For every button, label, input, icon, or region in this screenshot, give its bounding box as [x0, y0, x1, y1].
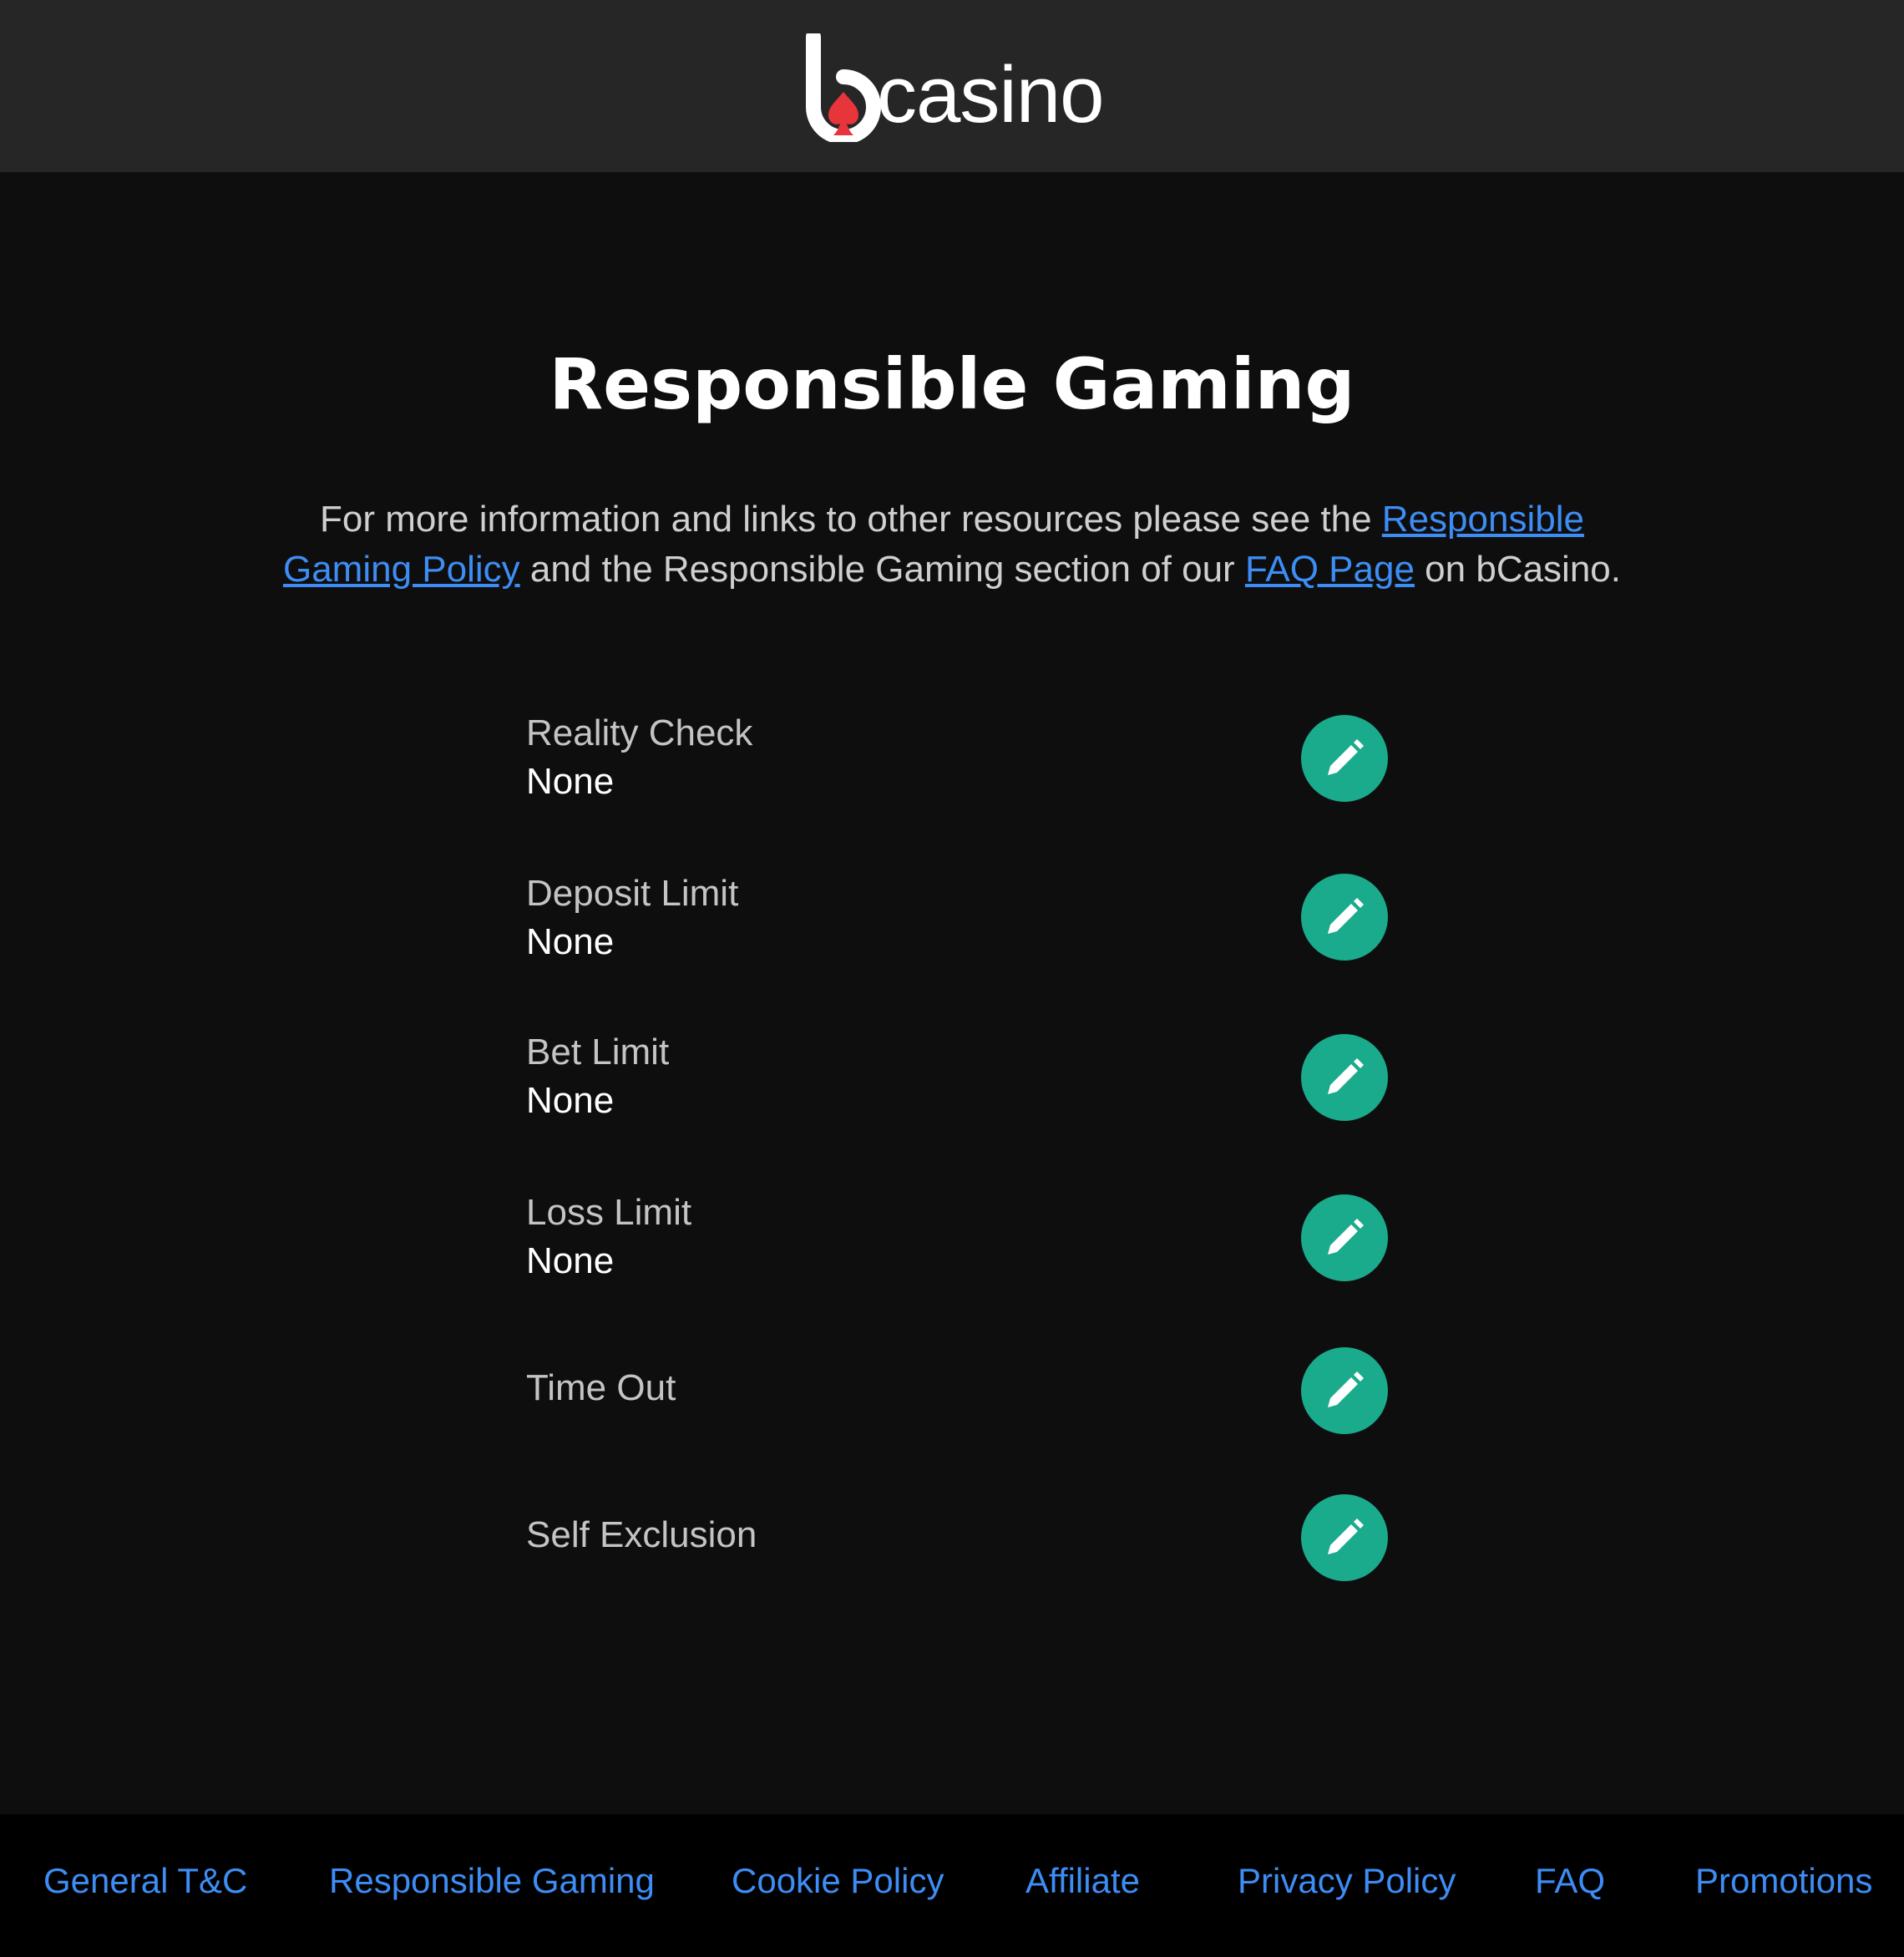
setting-value: None — [526, 1080, 615, 1121]
edit-bet-limit-button[interactable] — [1301, 1034, 1388, 1121]
intro-suffix: on bCasino. — [1414, 549, 1622, 590]
footer: General T&C Responsible Gaming Cookie Po… — [0, 1814, 1904, 1957]
pencil-icon — [1328, 1371, 1364, 1407]
pencil-icon — [1328, 1518, 1364, 1554]
page-title: Responsible Gaming — [549, 343, 1355, 425]
setting-row-time-out: Time Out — [526, 1346, 1395, 1438]
footer-link-privacy-policy[interactable]: Privacy Policy — [1238, 1856, 1456, 1906]
pencil-icon — [1328, 739, 1364, 775]
setting-label: Reality Check — [526, 712, 753, 753]
setting-label: Self Exclusion — [526, 1514, 757, 1555]
footer-link-cookie-policy[interactable]: Cookie Policy — [732, 1856, 944, 1906]
pencil-icon — [1328, 898, 1364, 934]
setting-label: Deposit Limit — [526, 873, 739, 914]
setting-value: None — [526, 761, 615, 802]
page: casino Responsible Gaming For more infor… — [0, 0, 1904, 1957]
footer-link-promotions[interactable]: Promotions — [1695, 1856, 1872, 1906]
edit-reality-check-button[interactable] — [1301, 715, 1388, 802]
header: casino — [0, 0, 1904, 172]
setting-row-self-exclusion: Self Exclusion — [526, 1493, 1395, 1585]
edit-deposit-limit-button[interactable] — [1301, 874, 1388, 961]
pencil-icon — [1328, 1058, 1364, 1094]
logo-text: casino — [877, 50, 1104, 139]
edit-loss-limit-button[interactable] — [1301, 1194, 1388, 1281]
edit-time-out-button[interactable] — [1301, 1347, 1388, 1434]
footer-link-faq[interactable]: FAQ — [1535, 1856, 1605, 1906]
footer-link-responsible-gaming[interactable]: Responsible Gaming — [329, 1856, 655, 1906]
edit-self-exclusion-button[interactable] — [1301, 1494, 1388, 1581]
setting-row-deposit-limit: Deposit Limit None — [526, 870, 1395, 971]
setting-row-loss-limit: Loss Limit None — [526, 1189, 1395, 1290]
intro-prefix: For more information and links to other … — [320, 499, 1382, 540]
setting-row-bet-limit: Bet Limit None — [526, 1029, 1395, 1129]
intro-text: For more information and links to other … — [251, 494, 1653, 595]
footer-link-general-tc[interactable]: General T&C — [43, 1856, 247, 1906]
setting-label: Loss Limit — [526, 1192, 692, 1233]
setting-value: None — [526, 1240, 615, 1281]
footer-link-affiliate[interactable]: Affiliate — [1025, 1856, 1140, 1906]
pencil-icon — [1328, 1219, 1364, 1255]
setting-label: Bet Limit — [526, 1032, 670, 1072]
bcasino-logo[interactable]: casino — [803, 33, 1112, 142]
faq-page-link[interactable]: FAQ Page — [1245, 549, 1415, 590]
setting-label: Time Out — [526, 1367, 676, 1408]
setting-row-reality-check: Reality Check None — [526, 710, 1395, 810]
setting-value: None — [526, 921, 615, 962]
intro-middle: and the Responsible Gaming section of ou… — [519, 549, 1245, 590]
